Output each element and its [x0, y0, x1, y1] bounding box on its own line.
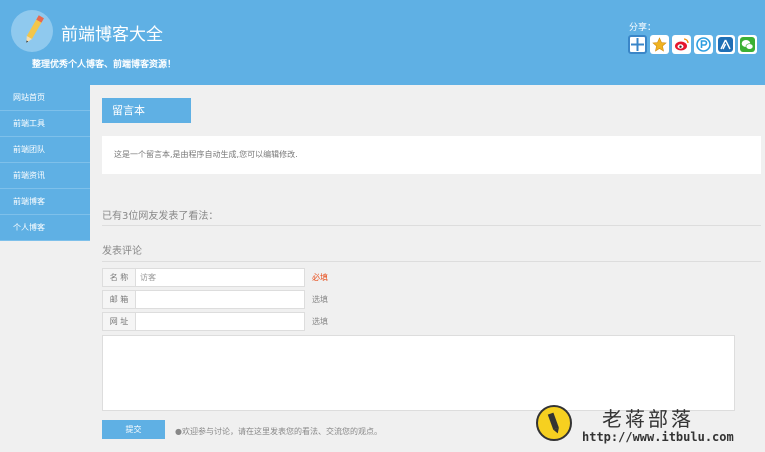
- share-renren-icon[interactable]: [716, 35, 735, 54]
- sidebar-item-home[interactable]: 网站首页: [0, 85, 90, 111]
- share-icons: [628, 35, 757, 54]
- sidebar-item-news[interactable]: 前端资讯: [0, 163, 90, 189]
- comment-heading: 发表评论: [102, 246, 142, 257]
- share-add-icon[interactable]: [628, 35, 647, 54]
- name-label: 名 称: [102, 268, 136, 287]
- main-content: 留言本 这是一个留言本,是由程序自动生成,您可以编辑修改. 已有3位网友发表了看…: [90, 85, 765, 452]
- watermark-pencil-icon: [536, 405, 572, 441]
- site-title[interactable]: 前端博客大全: [61, 20, 163, 45]
- url-row: 网 址 选填: [102, 312, 328, 331]
- email-input[interactable]: [136, 290, 305, 309]
- email-hint: 选填: [312, 295, 328, 304]
- url-label: 网 址: [102, 312, 136, 331]
- site-header: 前端博客大全 整理优秀个人博客、前端博客资源！ 分享：: [0, 0, 765, 85]
- share-label: 分享：: [629, 23, 657, 33]
- site-slogan: 整理优秀个人博客、前端博客资源！: [32, 60, 177, 70]
- sidebar-item-teams[interactable]: 前端团队: [0, 137, 90, 163]
- name-hint: 必填: [312, 273, 328, 282]
- sidebar-nav: 网站首页 前端工具 前端团队 前端资讯 前端博客 个人博客: [0, 85, 90, 241]
- url-hint: 选填: [312, 317, 328, 326]
- submit-button[interactable]: 提交: [102, 420, 165, 439]
- watermark-name: 老蒋部落: [602, 407, 694, 431]
- logo-pencil-icon[interactable]: [11, 10, 53, 52]
- divider: [102, 225, 761, 226]
- share-qzone-icon[interactable]: [650, 35, 669, 54]
- name-row: 名 称 必填: [102, 268, 328, 287]
- name-input[interactable]: [136, 268, 305, 287]
- watermark-url: http://www.itbulu.com: [582, 430, 734, 444]
- email-label: 邮 箱: [102, 290, 136, 309]
- sidebar-item-blogs[interactable]: 前端博客: [0, 189, 90, 215]
- submit-tip: ●欢迎参与讨论，请在这里发表您的看法、交流您的观点。: [175, 427, 382, 436]
- email-row: 邮 箱 选填: [102, 290, 328, 309]
- page-title: 留言本: [102, 98, 191, 123]
- notice-text: 这是一个留言本,是由程序自动生成,您可以编辑修改.: [102, 136, 761, 174]
- share-weibo-icon[interactable]: [672, 35, 691, 54]
- sidebar-item-tools[interactable]: 前端工具: [0, 111, 90, 137]
- comment-count: 已有3位网友发表了看法：: [102, 211, 219, 222]
- divider: [102, 261, 761, 262]
- share-pengyou-icon[interactable]: [694, 35, 713, 54]
- url-input[interactable]: [136, 312, 305, 331]
- watermark: 老蒋部落 http://www.itbulu.com: [530, 400, 765, 452]
- sidebar-item-personal-blogs[interactable]: 个人博客: [0, 215, 90, 241]
- share-wechat-icon[interactable]: [738, 35, 757, 54]
